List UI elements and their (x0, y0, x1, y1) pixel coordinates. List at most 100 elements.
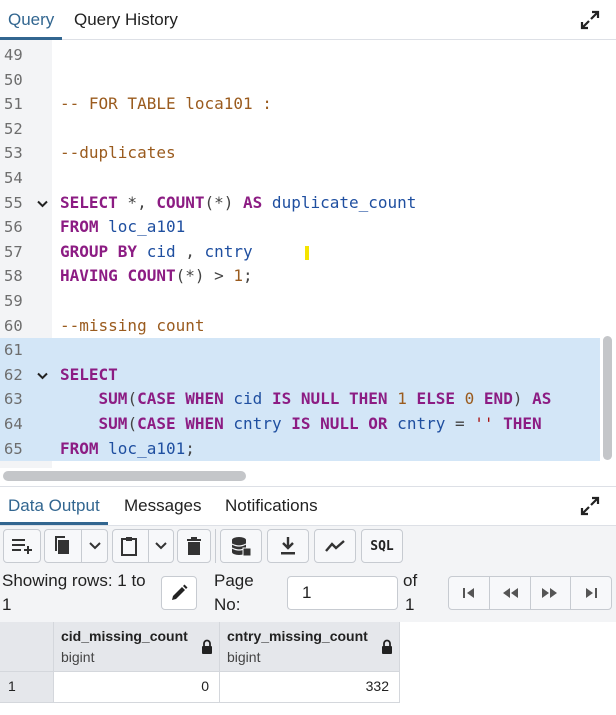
expand-output-icon[interactable] (579, 495, 603, 519)
code-line[interactable]: 51 -- FOR TABLE loca101 : (0, 92, 600, 117)
code-token: cid (223, 389, 272, 409)
chevron-down-icon[interactable] (154, 541, 168, 551)
code-token: FROM (60, 217, 99, 237)
result-grid: cid_missing_count bigint cntry_missing_c… (0, 622, 616, 715)
edit-range-button[interactable] (161, 576, 197, 610)
chevron-down-icon[interactable] (88, 541, 102, 551)
horizontal-scrollbar[interactable] (3, 471, 246, 481)
copy-button-group[interactable] (44, 529, 108, 563)
line-number: 60 (4, 316, 23, 335)
code-line[interactable]: 65 FROM loc_a101; (0, 436, 600, 462)
column-type: bigint (61, 649, 95, 665)
code-token: SELECT (60, 364, 118, 384)
row-header[interactable]: 1 (0, 672, 54, 703)
trash-icon (187, 537, 201, 555)
pagination-bar: Showing rows: 1 to 1 Page No: 1 of 1 (0, 566, 616, 622)
fold-chevron-icon[interactable] (35, 191, 49, 218)
code-text: SUM(CASE WHEN cid IS NULL THEN 1 ELSE 0 … (60, 387, 600, 412)
code-line[interactable]: 53 --duplicates (0, 141, 600, 166)
column-header-cid-missing-count[interactable]: cid_missing_count bigint (54, 622, 220, 672)
code-token: ( (127, 389, 138, 409)
table-cell[interactable]: 0 (54, 672, 220, 703)
code-line[interactable]: 61 (0, 338, 600, 363)
column-name: cid_missing_count (61, 628, 188, 644)
code-line[interactable]: 64 SUM(CASE WHEN cntry IS NULL OR cntry … (0, 412, 600, 437)
code-line[interactable]: 58 HAVING COUNT(*) > 1; (0, 264, 600, 289)
code-token: HAVING (60, 266, 118, 286)
tab-notifications[interactable]: Notifications (217, 487, 326, 525)
sql-label: SQL (370, 538, 394, 554)
next-page-button[interactable] (531, 577, 572, 609)
code-token: IS NULL OR (291, 414, 388, 433)
tab-query[interactable]: Query (0, 0, 63, 40)
first-page-button[interactable] (449, 577, 490, 609)
line-number: 64 (4, 415, 23, 433)
code-token: , (175, 241, 205, 261)
column-header-cntry-missing-count[interactable]: cntry_missing_count bigint (220, 622, 400, 672)
tab-messages[interactable]: Messages (116, 487, 209, 525)
sql-button[interactable]: SQL (361, 529, 403, 563)
tab-query-history[interactable]: Query History (66, 0, 186, 40)
code-line[interactable]: 55 SELECT *, COUNT(*) AS duplicate_count (0, 191, 600, 216)
column-name: cntry_missing_count (227, 628, 368, 644)
data-output-toolbar: SQL (0, 526, 616, 566)
code-line[interactable]: 52 (0, 117, 600, 142)
code-line[interactable]: 59 (0, 289, 600, 314)
code-line[interactable]: 49 (0, 43, 600, 68)
line-number: 65 (4, 439, 23, 458)
code-token: --duplicates (60, 143, 176, 163)
code-line[interactable]: 60 --missing count (0, 314, 600, 339)
code-token: -- FOR TABLE loca101 : (60, 94, 272, 114)
first-page-icon (462, 588, 474, 598)
fold-chevron-icon[interactable] (35, 363, 49, 390)
code-line[interactable]: 50 (0, 68, 600, 93)
line-number: 54 (4, 169, 23, 187)
code-token: 0 (464, 389, 475, 409)
code-text: SUM(CASE WHEN cntry IS NULL OR cntry = '… (60, 412, 600, 437)
expand-icon[interactable] (579, 9, 603, 33)
grid-corner[interactable] (0, 622, 54, 672)
vertical-scrollbar[interactable] (603, 336, 612, 460)
save-data-button[interactable] (220, 529, 262, 563)
code-token: --missing count (60, 315, 205, 335)
code-line[interactable]: 57 GROUP BY cid , cntry (0, 240, 600, 265)
download-button[interactable] (267, 529, 309, 563)
code-token: ) (512, 389, 533, 409)
line-number: 63 (4, 390, 23, 409)
column-type: bigint (227, 649, 261, 665)
code-line[interactable]: 62 SELECT (0, 362, 600, 390)
code-text: FROM loc_a101; (60, 437, 600, 462)
table-cell[interactable]: 332 (220, 672, 400, 703)
code-token: '' (474, 414, 494, 433)
code-line[interactable]: 54 (0, 166, 600, 191)
graph-visualiser-button[interactable] (314, 529, 356, 563)
add-row-button[interactable] (3, 529, 41, 563)
add-row-icon (12, 539, 32, 554)
paste-button-group[interactable] (112, 529, 174, 563)
last-page-button[interactable] (571, 577, 611, 609)
pencil-icon (172, 584, 188, 600)
line-number: 49 (4, 46, 23, 64)
line-chart-icon (325, 540, 345, 552)
code-token: COUNT (156, 192, 205, 212)
sql-editor[interactable]: 49 50 51 -- FOR TABLE loca101 : 52 53 --duplic… (0, 40, 616, 485)
code-line[interactable]: 63 SUM(CASE WHEN cid IS NULL THEN 1 ELSE… (0, 387, 600, 412)
tab-data-output[interactable]: Data Output (0, 487, 108, 525)
line-number: 51 (4, 95, 23, 114)
rewind-icon (502, 588, 518, 598)
line-number: 52 (4, 119, 23, 138)
code-token: ; (185, 438, 195, 458)
previous-page-button[interactable] (490, 577, 531, 609)
code-token: ; (243, 266, 253, 286)
code-line[interactable]: 56 FROM loc_a101 (0, 215, 600, 240)
page-number-input[interactable]: 1 (287, 576, 398, 610)
code-token: cntry (223, 414, 292, 433)
query-tab-bar: Query Query History (0, 0, 616, 40)
delete-row-button[interactable] (177, 529, 211, 563)
database-save-icon (231, 537, 252, 557)
text-cursor-highlight (305, 245, 309, 260)
